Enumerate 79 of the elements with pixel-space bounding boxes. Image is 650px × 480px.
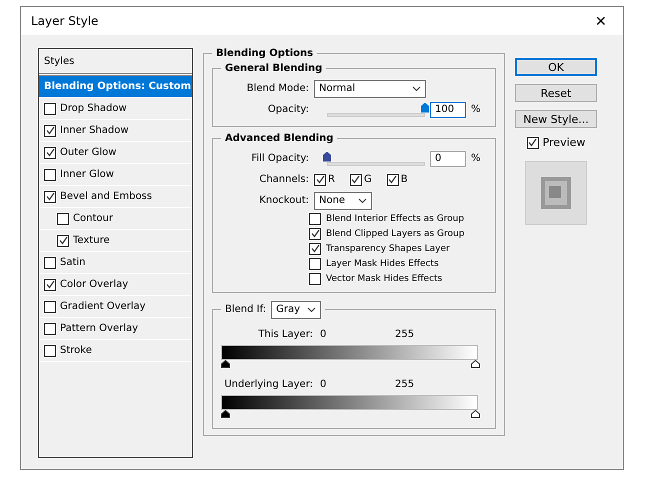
slider-thumb[interactable] [421, 102, 429, 112]
dialog-button[interactable]: Reset [515, 84, 597, 102]
channel-label: R [328, 174, 335, 185]
group-title: General Blending [224, 63, 324, 74]
checkbox[interactable] [44, 300, 56, 312]
style-item[interactable]: Blending Options: Custom [39, 76, 192, 98]
style-item[interactable]: Inner Shadow [39, 120, 192, 142]
checkbox[interactable] [57, 212, 69, 224]
checkbox[interactable] [350, 174, 362, 186]
checkbox[interactable] [309, 272, 321, 284]
blend-if-label: Blend If: [225, 304, 266, 315]
checkbox[interactable] [44, 256, 56, 268]
high-value: 255 [395, 329, 414, 340]
knockout-label: Knockout: [258, 195, 309, 206]
style-item[interactable]: Drop Shadow [39, 98, 192, 120]
low-value: 0 [319, 379, 328, 390]
slider-handle-icon[interactable] [471, 410, 480, 418]
styles-header: Styles [44, 56, 74, 66]
checkbox[interactable] [44, 322, 56, 334]
option-label: Layer Mask Hides Effects [326, 258, 439, 268]
slider-thumb[interactable] [323, 152, 331, 162]
group-title: Blending Options [215, 48, 314, 59]
option-label: Blend Clipped Layers as Group [326, 228, 464, 238]
style-item[interactable]: Inner Glow [39, 164, 192, 186]
caret-icon [412, 86, 421, 92]
option-label: Vector Mask Hides Effects [326, 274, 442, 284]
value-field[interactable]: 0 [430, 150, 466, 166]
style-item[interactable]: Bevel and Emboss [39, 186, 192, 208]
checkbox[interactable] [44, 146, 56, 158]
caret-icon [307, 306, 316, 312]
close-button[interactable]: ✕ [591, 13, 611, 29]
style-item[interactable]: Satin [39, 252, 192, 274]
knockout-dropdown[interactable]: None [314, 192, 372, 210]
caret-icon [358, 198, 367, 204]
checkbox[interactable] [44, 168, 56, 180]
value-field[interactable]: 100 [430, 102, 466, 118]
slider-label: Opacity: [266, 104, 309, 115]
checkbox[interactable] [386, 174, 399, 186]
percent-unit: % [471, 153, 481, 164]
preview-label: Preview [542, 136, 586, 149]
texture-swatch-icon [540, 176, 572, 210]
dialog-button[interactable]: New Style... [515, 110, 597, 128]
checkbox[interactable] [57, 234, 69, 246]
checkbox[interactable] [44, 344, 56, 356]
checkbox[interactable] [526, 136, 539, 148]
style-item[interactable]: Color Overlay [39, 274, 192, 296]
style-item[interactable]: Gradient Overlay [39, 296, 192, 318]
option-label: Transparency Shapes Layer [326, 244, 450, 254]
checkbox[interactable] [44, 102, 56, 114]
slider-label: Fill Opacity: [250, 153, 309, 164]
ramp-label: Underlying Layer: [223, 379, 313, 390]
checkbox[interactable] [309, 212, 321, 224]
slider-handle-icon[interactable] [471, 360, 480, 368]
style-item[interactable]: Texture [39, 230, 192, 252]
style-item[interactable]: Stroke [39, 340, 192, 362]
checkbox[interactable] [309, 242, 321, 254]
checkbox[interactable] [309, 258, 321, 270]
checkbox[interactable] [44, 278, 56, 290]
channel-label: G [364, 174, 372, 185]
checkbox[interactable] [309, 228, 321, 240]
percent-unit: % [471, 104, 481, 115]
style-item[interactable]: Pattern Overlay [39, 318, 192, 340]
blend-mode-label: Blend Mode: [246, 83, 309, 94]
checkbox[interactable] [44, 190, 56, 202]
style-item[interactable]: Outer Glow [39, 142, 192, 164]
ramp-label: This Layer: [257, 329, 313, 340]
channel-label: B [400, 174, 408, 185]
high-value: 255 [395, 379, 414, 390]
blend-mode-dropdown[interactable]: Normal [314, 80, 426, 98]
blend-if-dropdown[interactable]: Gray [271, 300, 322, 318]
group-title: Advanced Blending [224, 133, 334, 144]
low-value: 0 [319, 329, 328, 340]
window-title: Layer Style [31, 14, 98, 28]
checkbox[interactable] [44, 124, 56, 136]
checkbox[interactable] [314, 174, 326, 186]
style-item[interactable]: Contour [39, 208, 192, 230]
dialog-button[interactable]: OK [515, 58, 597, 76]
channels-label: Channels: [258, 174, 309, 185]
option-label: Blend Interior Effects as Group [326, 214, 464, 224]
